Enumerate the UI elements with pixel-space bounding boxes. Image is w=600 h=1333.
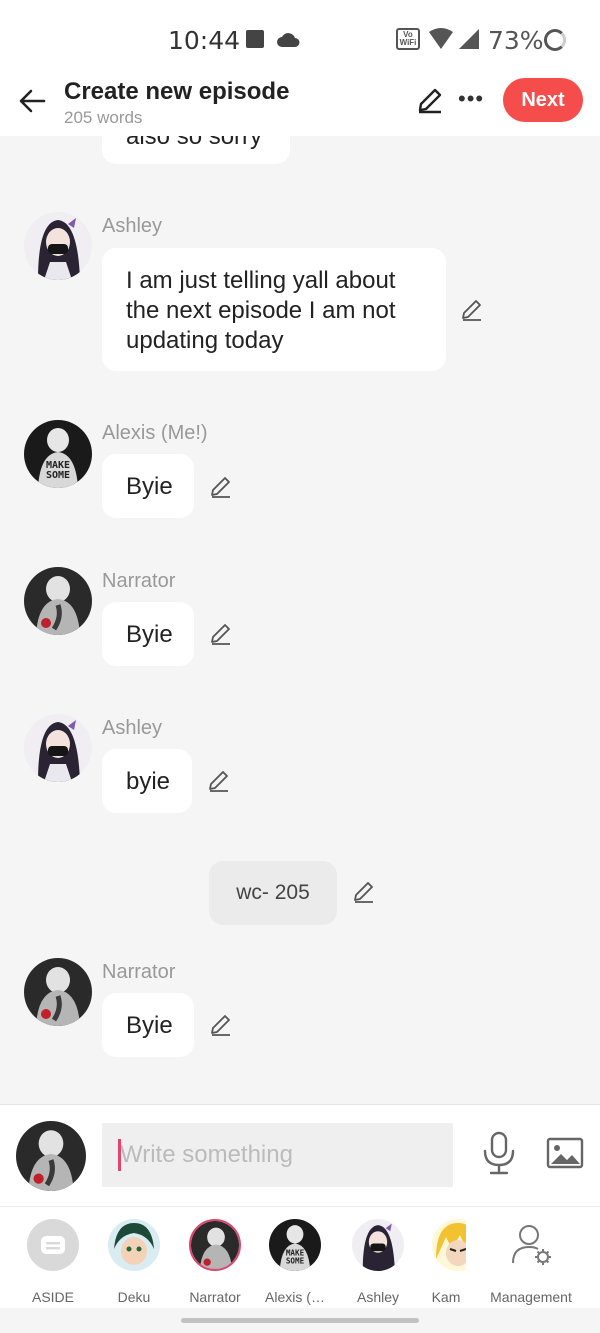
message-bubble[interactable]: Byie <box>102 454 194 518</box>
sender-name: Ashley <box>102 215 163 237</box>
character-label: Kam <box>431 1289 461 1305</box>
home-indicator[interactable] <box>181 1318 419 1323</box>
sender-name: Narrator <box>102 961 176 983</box>
status-bar: 10:44 Vo WiFi 73% <box>0 0 600 78</box>
page-title: Create new episode <box>64 78 290 105</box>
character-aside[interactable]: ASIDE <box>25 1219 81 1305</box>
back-arrow-icon[interactable] <box>16 84 50 118</box>
edit-message-icon[interactable] <box>209 1013 233 1042</box>
ashley-avatar[interactable] <box>24 212 92 280</box>
chat-area[interactable]: also so sorry Ashley I am just telling y… <box>0 136 600 1104</box>
narrator-avatar[interactable] <box>24 567 92 635</box>
aside-icon <box>27 1219 79 1271</box>
word-count: 205 words <box>64 108 143 127</box>
edit-message-icon[interactable] <box>209 622 233 651</box>
character-bar: ASIDE Deku Narrator MAKE SOME Alexis (… A… <box>0 1206 600 1308</box>
edit-message-icon[interactable] <box>207 769 231 798</box>
gallery-notification-icon <box>246 30 264 48</box>
image-icon[interactable] <box>546 1137 584 1174</box>
character-label: Ashley <box>356 1289 400 1305</box>
svg-text:SOME: SOME <box>46 470 70 481</box>
vowifi-icon: Vo WiFi <box>396 28 420 50</box>
composer-bar <box>0 1104 600 1206</box>
character-label: Narrator <box>189 1289 241 1305</box>
ashley-avatar[interactable] <box>24 714 92 782</box>
character-label: ASIDE <box>31 1289 74 1305</box>
sender-name: Narrator <box>102 570 176 592</box>
battery-icon <box>544 29 566 51</box>
sender-name: Alexis (Me!) <box>102 422 208 444</box>
message-bubble[interactable]: Byie <box>102 602 194 666</box>
character-label: Alexis (… <box>265 1289 325 1305</box>
sender-name: Ashley <box>102 717 163 739</box>
ashley-avatar <box>352 1219 404 1271</box>
character-narrator[interactable]: Narrator <box>185 1219 245 1305</box>
alexis-avatar: MAKE SOME <box>269 1219 321 1271</box>
next-button[interactable]: Next <box>503 78 583 122</box>
deku-avatar <box>108 1219 160 1271</box>
message-bubble[interactable]: byie <box>102 749 192 813</box>
management-icon <box>505 1219 557 1271</box>
message-bubble[interactable]: I am just telling yall about the next ep… <box>102 248 446 371</box>
narrator-avatar[interactable] <box>24 958 92 1026</box>
character-alexis[interactable]: MAKE SOME Alexis (… <box>262 1219 328 1305</box>
more-options-icon[interactable]: ••• <box>458 86 484 112</box>
current-character-avatar[interactable] <box>16 1121 86 1191</box>
edit-pencil-icon[interactable] <box>416 86 444 119</box>
character-label: Management <box>490 1289 572 1305</box>
wifi-icon <box>428 28 454 55</box>
signal-icon <box>458 28 480 55</box>
battery-percent: 73% <box>488 26 544 55</box>
status-time: 10:44 <box>168 26 241 55</box>
app-header: Create new episode 205 words ••• Next <box>0 78 600 136</box>
character-deku[interactable]: Deku <box>106 1219 162 1305</box>
message-bubble[interactable]: Byie <box>102 993 194 1057</box>
narrator-avatar <box>189 1219 241 1271</box>
microphone-icon[interactable] <box>482 1131 516 1180</box>
character-label: Deku <box>117 1289 151 1305</box>
alexis-avatar[interactable]: MAKE SOME <box>24 420 92 488</box>
cloud-icon <box>276 32 300 53</box>
aside-bubble[interactable]: wc- 205 <box>209 861 337 925</box>
message-input[interactable] <box>102 1123 453 1187</box>
kam-avatar <box>432 1219 466 1271</box>
svg-text:SOME: SOME <box>286 1256 305 1265</box>
character-kam[interactable]: Kam <box>426 1219 466 1305</box>
edit-aside-icon[interactable] <box>352 880 376 909</box>
text-cursor <box>118 1139 121 1171</box>
character-management[interactable]: Management <box>486 1219 576 1305</box>
edit-message-icon[interactable] <box>209 475 233 504</box>
message-bubble[interactable]: also so sorry <box>102 136 290 164</box>
character-ashley[interactable]: Ashley <box>350 1219 406 1305</box>
edit-message-icon[interactable] <box>460 298 484 327</box>
